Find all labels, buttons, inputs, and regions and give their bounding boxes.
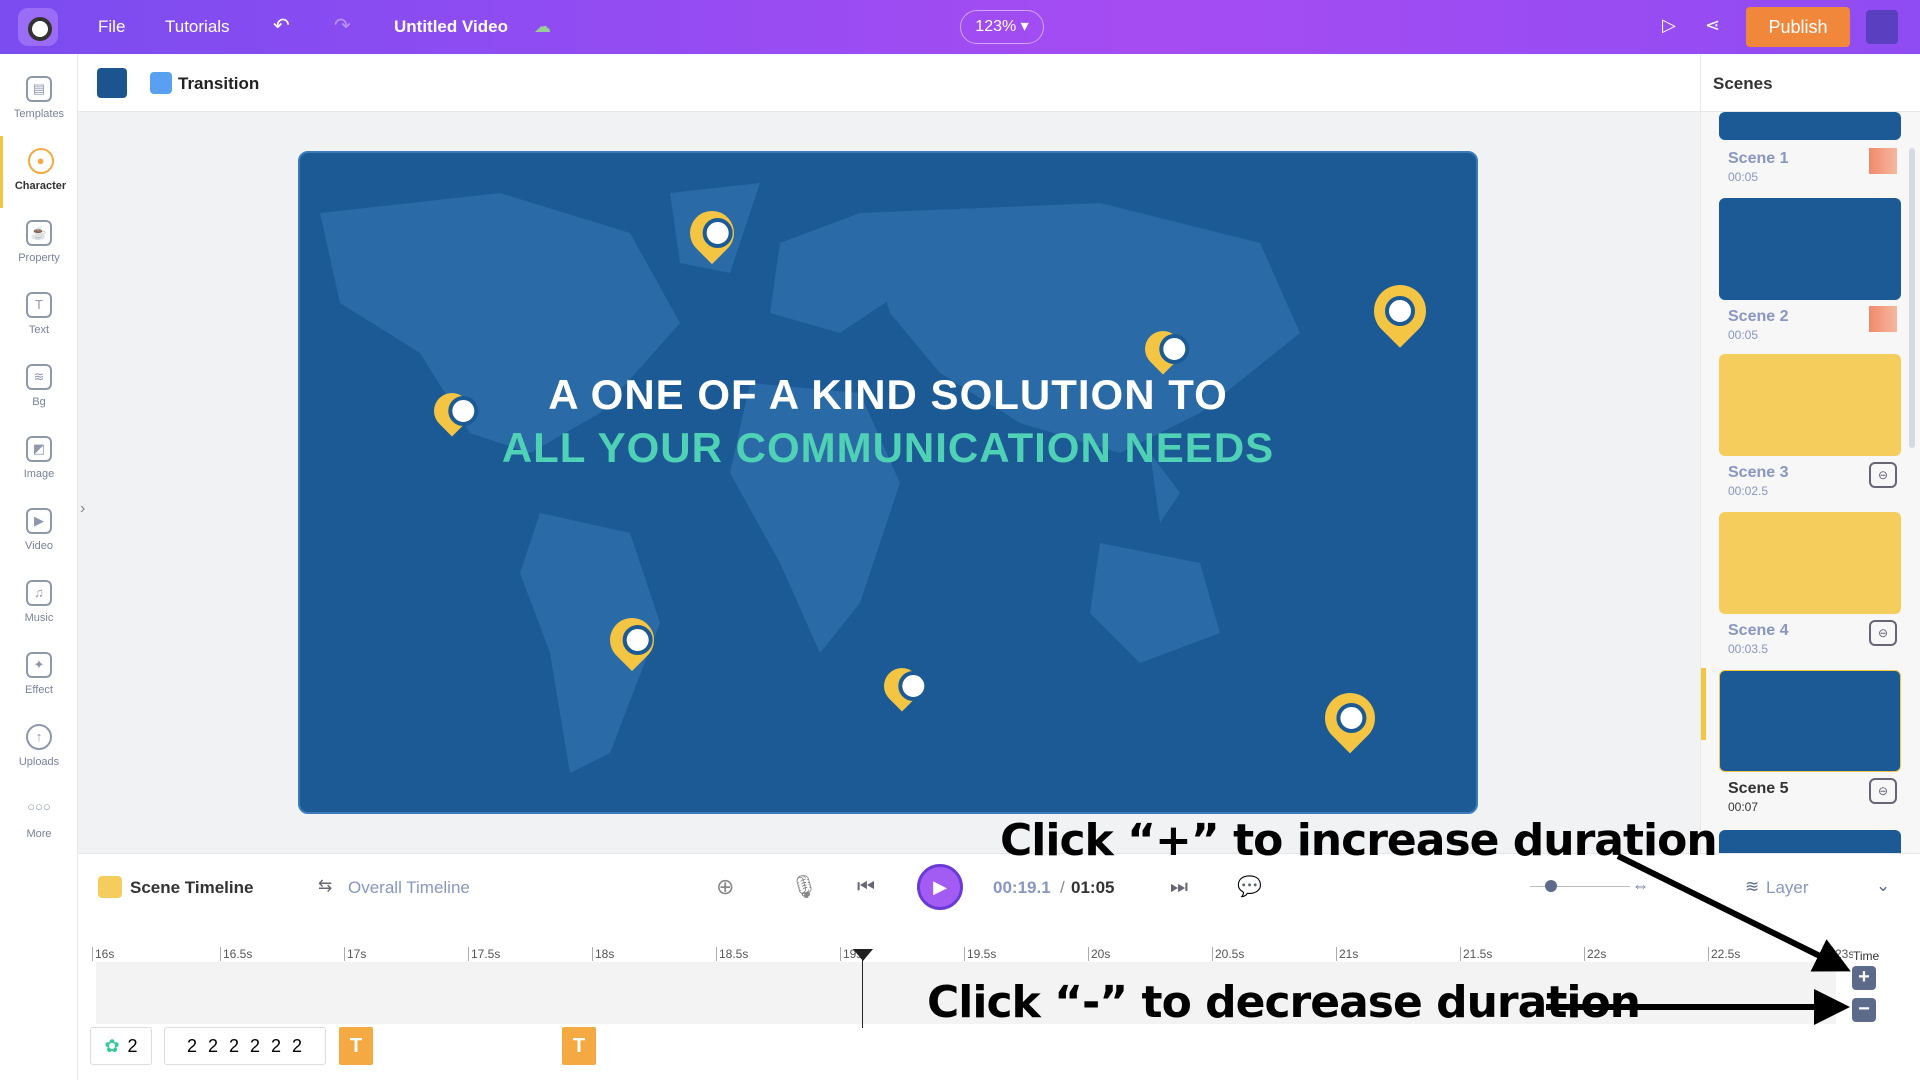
arrow-to-plus <box>1616 853 1851 972</box>
annotation-arrows <box>1546 853 1851 1025</box>
